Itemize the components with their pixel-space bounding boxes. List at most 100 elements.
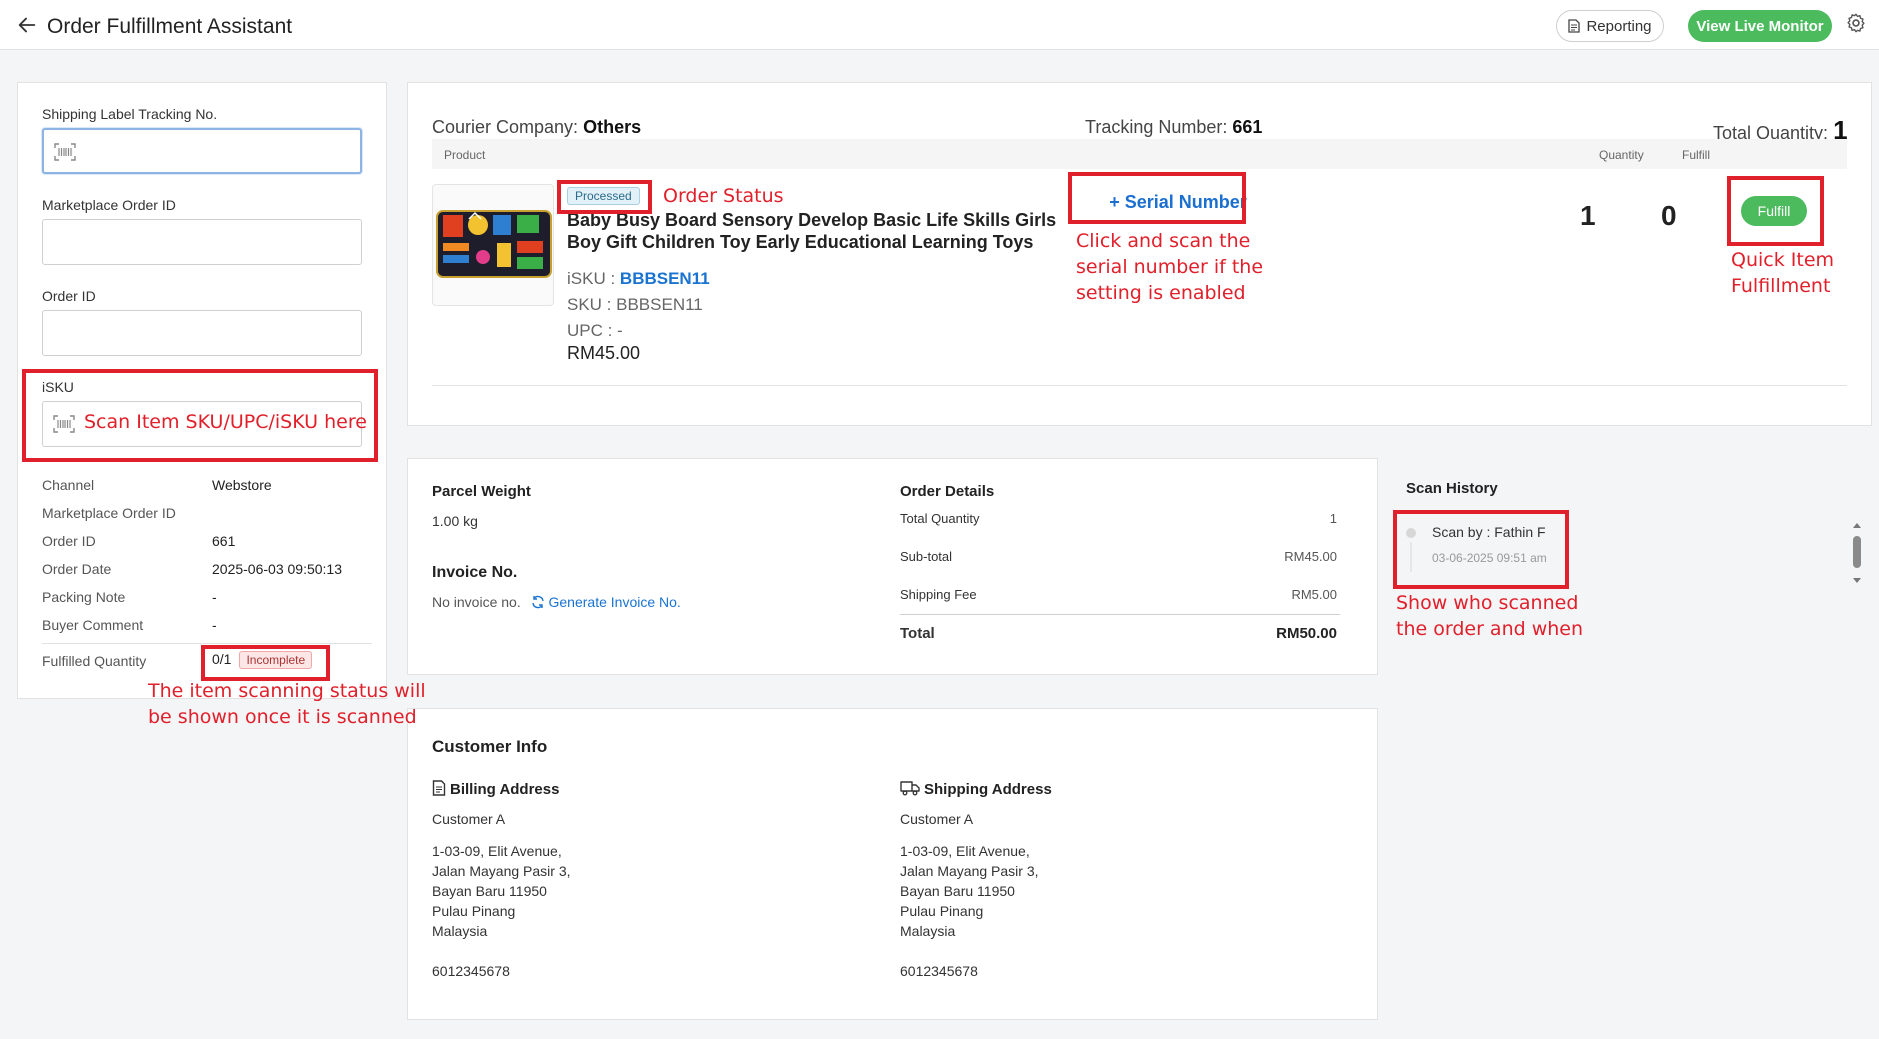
shipping-line: Malaysia: [900, 923, 956, 939]
timeline-line: [1410, 542, 1412, 572]
shipping-address-title: Shipping Address: [924, 781, 1052, 798]
fulfill-button[interactable]: Fulfill: [1741, 196, 1807, 226]
channel-value: Webstore: [212, 477, 272, 493]
parcel-weight-title: Parcel Weight: [432, 483, 531, 500]
fulfill-annotation: Quick Item Fulfillment: [1731, 247, 1834, 299]
fulfilled-count: 0/1: [212, 651, 232, 667]
fulfilled-value: 0: [1661, 200, 1677, 231]
isku-value[interactable]: BBBSEN11: [620, 269, 710, 288]
document-icon: [432, 780, 446, 796]
product-table-header: Product Quantity Fulfill: [432, 139, 1847, 169]
billing-line: Malaysia: [432, 923, 488, 939]
order-status-annotation: Order Status: [663, 185, 784, 207]
od-total-quantity-value: 1: [1329, 511, 1337, 526]
shipping-fee-label: Shipping Fee: [900, 587, 977, 602]
fulfilled-status-annotation: The item scanning status will be shown o…: [148, 678, 426, 730]
packing-note-label: Packing Note: [42, 589, 126, 605]
back-arrow-icon[interactable]: [16, 14, 38, 36]
tracking-label: Tracking Number:: [1085, 117, 1228, 137]
shipping-line: Bayan Baru 11950: [900, 883, 1015, 899]
marketplace-order-id-label: Marketplace Order ID: [42, 197, 176, 213]
shipping-address-heading: Shipping Address: [900, 780, 1052, 798]
buyer-comment-value: -: [212, 617, 217, 633]
billing-line: Pulau Pinang: [432, 903, 516, 919]
product-image: [432, 184, 554, 306]
generate-invoice-link[interactable]: Generate Invoice No.: [549, 594, 681, 610]
billing-name: Customer A: [432, 811, 506, 827]
scan-by-text: Scan by : Fathin F: [1432, 524, 1546, 540]
scan-history-annotation-box: [1393, 510, 1569, 589]
buyer-comment-label: Buyer Comment: [42, 617, 144, 633]
courier-label: Courier Company:: [432, 117, 579, 137]
fulfilled-quantity-label: Fulfilled Quantity: [42, 653, 147, 669]
customer-info-panel: Customer Info Billing Address Customer A…: [407, 708, 1378, 1020]
packing-note-value: -: [212, 589, 217, 605]
column-product: Product: [444, 148, 486, 162]
total-label: Total: [900, 625, 935, 642]
annotation-line: setting is enabled: [1076, 282, 1246, 304]
order-search-panel: Shipping Label Tracking No. Marketplace …: [17, 82, 387, 699]
shipping-label-tracking-input[interactable]: [42, 128, 362, 174]
invoice-row: No invoice no. Generate Invoice No.: [432, 594, 681, 610]
isku-annotation: Scan Item SKU/UPC/iSKU here: [84, 411, 367, 433]
billing-phone: 6012345678: [432, 963, 510, 979]
scroll-up-icon[interactable]: [1851, 520, 1863, 530]
divider: [900, 614, 1340, 615]
order-details-title: Order Details: [900, 483, 995, 500]
column-quantity: Quantity: [1599, 148, 1644, 162]
gear-icon[interactable]: [1845, 12, 1867, 34]
shipping-phone: 6012345678: [900, 963, 978, 979]
billing-line: Jalan Mayang Pasir 3,: [432, 863, 571, 879]
isku-label: iSKU: [42, 379, 74, 395]
barcode-icon: [54, 143, 76, 161]
channel-label: Channel: [42, 477, 95, 493]
shipping-line: 1-03-09, Elit Avenue,: [900, 843, 1030, 859]
shipping-name: Customer A: [900, 811, 974, 827]
product-isku: iSKU : BBBSEN11: [567, 269, 710, 289]
page-title: Order Fulfillment Assistant: [47, 15, 293, 38]
serial-number-button[interactable]: + Serial Number: [1088, 183, 1268, 221]
annotation-line: Fulfillment: [1731, 275, 1831, 297]
order-id-info-label: Order ID: [42, 533, 96, 549]
view-live-monitor-button[interactable]: View Live Monitor: [1688, 10, 1832, 42]
scan-time-text: 03-06-2025 09:51 am: [1432, 551, 1547, 565]
parcel-weight-value: 1.00 kg: [432, 513, 478, 529]
billing-address-title: Billing Address: [450, 781, 560, 798]
scan-history-title: Scan History: [1406, 480, 1498, 497]
invoice-none-text: No invoice no.: [432, 594, 521, 610]
refresh-icon: [531, 595, 544, 609]
total-value: RM50.00: [1276, 625, 1337, 642]
top-bar: Order Fulfillment Assistant Reporting Vi…: [0, 0, 1879, 50]
scroll-thumb[interactable]: [1853, 536, 1861, 568]
serial-number-annotation: Click and scan the serial number if the …: [1076, 228, 1263, 306]
reporting-button[interactable]: Reporting: [1556, 10, 1664, 42]
order-date-value: 2025-06-03 09:50:13: [212, 561, 342, 577]
tracking-value: 661: [1232, 117, 1263, 137]
shipping-address: Customer A 1-03-09, Elit Avenue, Jalan M…: [900, 809, 1039, 981]
order-id-input[interactable]: [42, 310, 362, 356]
billing-line: Bayan Baru 11950: [432, 883, 547, 899]
order-date-label: Order Date: [42, 561, 112, 577]
shipping-line: Jalan Mayang Pasir 3,: [900, 863, 1039, 879]
divider: [42, 643, 372, 644]
scrollbar[interactable]: [1851, 520, 1863, 588]
billing-address: Customer A 1-03-09, Elit Avenue, Jalan M…: [432, 809, 571, 981]
billing-line: 1-03-09, Elit Avenue,: [432, 843, 562, 859]
shipping-label-tracking-label: Shipping Label Tracking No.: [42, 106, 218, 122]
annotation-line: Show who scanned: [1396, 592, 1579, 614]
od-total-quantity-label: Total Quantity: [900, 511, 980, 526]
order-status-badge: Processed: [567, 187, 640, 205]
divider: [432, 385, 1847, 386]
scan-history-annotation: Show who scanned the order and when: [1396, 590, 1583, 642]
marketplace-order-id-input[interactable]: [42, 219, 362, 265]
scroll-down-icon[interactable]: [1851, 576, 1863, 586]
quantity-value: 1: [1580, 200, 1596, 231]
tracking-number: Tracking Number: 661: [1085, 117, 1262, 138]
product-name: Baby Busy Board Sensory Develop Basic Li…: [567, 210, 1057, 252]
annotation-line: serial number if the: [1076, 256, 1264, 278]
barcode-icon: [53, 415, 75, 433]
column-fulfill: Fulfill: [1682, 148, 1711, 162]
document-icon: [1568, 19, 1581, 33]
annotation-line: be shown once it is scanned: [148, 706, 417, 728]
isku-line-label: iSKU :: [567, 269, 616, 288]
